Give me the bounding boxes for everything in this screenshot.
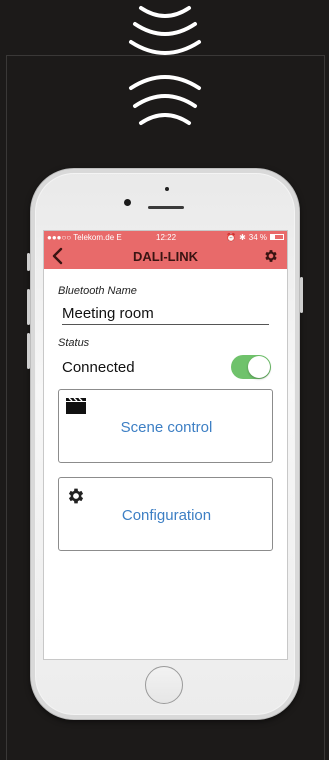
configuration-label: Configuration (121, 507, 212, 524)
content-area: Bluetooth Name Status Connected Scene co… (44, 285, 287, 551)
battery-fill (271, 235, 276, 239)
carrier-label: ●●●○○ Telekom.de E (47, 232, 122, 242)
gear-icon (68, 488, 84, 504)
earpiece-speaker (148, 206, 184, 209)
signal-waves-bottom-icon (129, 75, 201, 125)
connection-toggle[interactable] (231, 355, 271, 379)
scene-control-label: Scene control (120, 419, 213, 436)
clapperboard-icon (66, 398, 86, 414)
bluetooth-name-label: Bluetooth Name (58, 285, 137, 297)
proximity-sensor (165, 187, 169, 191)
status-row: Connected (58, 355, 273, 379)
back-chevron-icon[interactable] (50, 247, 66, 265)
home-button[interactable] (145, 666, 183, 704)
status-value: Connected (62, 358, 135, 376)
page-title: DALI-LINK (133, 248, 198, 264)
phone-device: ●●●○○ Telekom.de E 12:22 ⏰ ✱ 34 % DALI-L… (27, 168, 303, 720)
battery-icon (270, 234, 284, 240)
alarm-icon: ⏰ (226, 232, 237, 242)
volume-down-button (27, 333, 30, 369)
status-right: ⏰ ✱ 34 % (226, 233, 284, 242)
status-bar: ●●●○○ Telekom.de E 12:22 ⏰ ✱ 34 % (44, 231, 287, 243)
power-button (300, 277, 303, 313)
signal-waves-top-icon (129, 6, 201, 55)
mute-switch (27, 253, 30, 271)
front-camera (124, 199, 131, 206)
battery-percent: 34 % (248, 232, 267, 242)
nav-bar: DALI-LINK (44, 243, 287, 269)
toggle-knob (248, 356, 270, 378)
app-screen: ●●●○○ Telekom.de E 12:22 ⏰ ✱ 34 % DALI-L… (43, 230, 288, 660)
status-label: Status (58, 337, 90, 349)
configuration-button[interactable]: Configuration (58, 477, 273, 551)
clock: 12:22 (156, 232, 177, 242)
settings-gear-icon[interactable] (263, 248, 279, 264)
volume-up-button (27, 289, 30, 325)
bluetooth-icon: ✱ (239, 232, 246, 242)
bluetooth-name-input[interactable] (62, 303, 269, 325)
scene-control-button[interactable]: Scene control (58, 389, 273, 463)
